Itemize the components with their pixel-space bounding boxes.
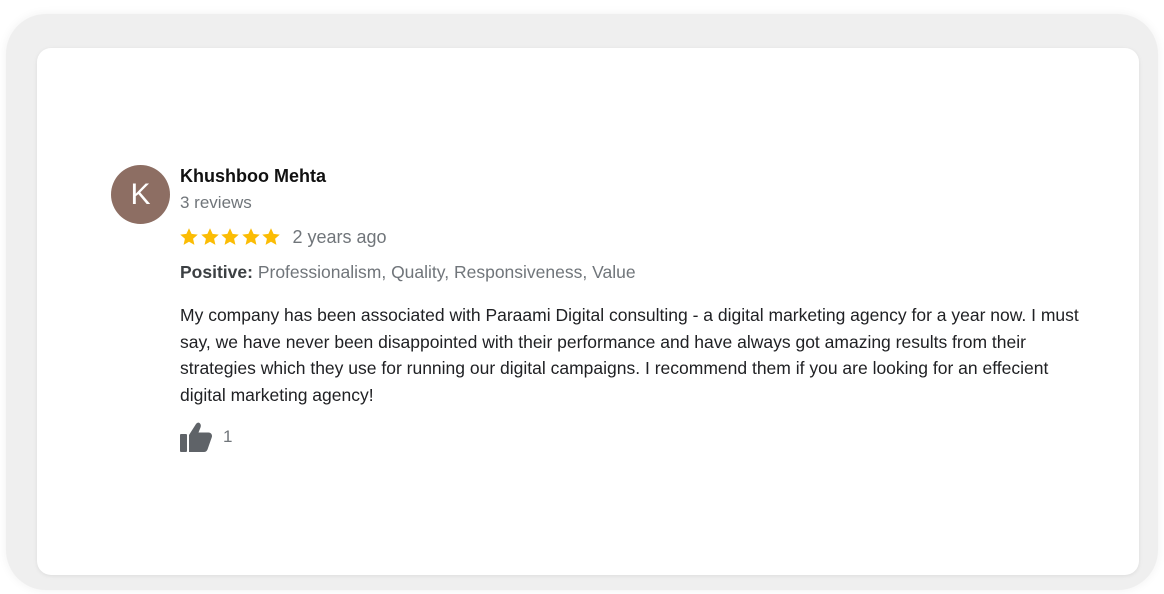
helpful-count: 1 (223, 427, 233, 446)
star-icon (180, 228, 198, 245)
review-attributes: Positive: Professionalism, Quality, Resp… (180, 262, 636, 283)
helpful-row: 1 (179, 421, 232, 453)
attributes-values: Professionalism, Quality, Responsiveness… (257, 262, 636, 282)
attributes-label: Positive: (180, 262, 253, 282)
star-icon (241, 228, 260, 245)
star-icon (262, 228, 280, 245)
rating-row: 2 years ago (179, 224, 387, 250)
screenshot-frame: K Khushboo Mehta 3 reviews 2 years ago P… (6, 14, 1158, 590)
reviewer-review-count[interactable]: 3 reviews (180, 193, 252, 213)
thumbs-up-icon[interactable] (179, 421, 213, 453)
avatar[interactable]: K (111, 165, 170, 224)
review-date: 2 years ago (292, 226, 387, 247)
review-card: K Khushboo Mehta 3 reviews 2 years ago P… (37, 48, 1139, 575)
star-rating (179, 227, 282, 247)
star-icon (200, 228, 219, 245)
star-icon (221, 228, 239, 245)
review-text: My company has been associated with Para… (180, 305, 1079, 405)
reviewer-name[interactable]: Khushboo Mehta (180, 166, 326, 187)
